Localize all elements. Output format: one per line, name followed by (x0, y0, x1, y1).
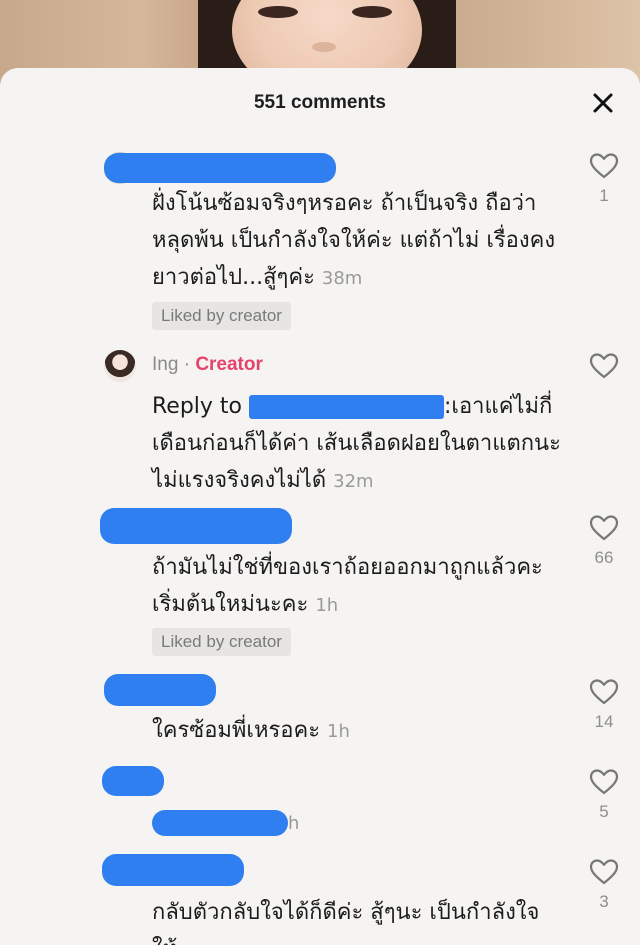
creator-tag: Creator (195, 354, 263, 375)
comment-text: Reply to :เอาแค่ไม่กี่เดือนก่อนก็ได้ค่า … (152, 394, 561, 493)
heart-outline-icon[interactable] (589, 858, 619, 886)
heart-outline-icon[interactable] (589, 768, 619, 796)
liked-by-creator-badge: Liked by creator (152, 628, 291, 656)
like-count: 66 (594, 548, 614, 567)
redacted-username (102, 766, 164, 796)
comment-count: 551 comments (253, 92, 386, 113)
eye-right (352, 6, 392, 18)
redacted-username (104, 674, 216, 706)
close-icon (593, 93, 613, 113)
eye-left (258, 6, 298, 18)
close-button[interactable] (590, 90, 616, 116)
heart-outline-icon[interactable] (589, 514, 619, 542)
comment-text: h (152, 804, 562, 842)
heart-outline-icon[interactable] (589, 152, 619, 180)
like-control[interactable]: 14 (586, 678, 622, 732)
like-control[interactable]: 66 (586, 514, 622, 568)
creator-avatar[interactable] (104, 350, 136, 382)
comment-time: 32m (333, 471, 374, 492)
like-control[interactable]: 5 (586, 768, 622, 822)
like-count: 1 (599, 186, 609, 205)
nose (312, 42, 336, 52)
like-count: 14 (594, 712, 614, 731)
comments-sheet: 551 comments ฝั่งโน้นซ้อมจริงๆหรอคะ ถ้าเ… (0, 68, 640, 945)
comment-time: 1h (327, 721, 350, 742)
like-count: 3 (599, 892, 609, 911)
heart-outline-icon[interactable] (589, 352, 619, 380)
reply-prefix: Reply to (152, 394, 243, 419)
username[interactable]: Ing (152, 354, 178, 375)
comments-header: 551 comments (0, 68, 640, 138)
redacted-username (104, 153, 336, 183)
like-control[interactable]: 3 (586, 858, 622, 912)
redacted-text (152, 810, 288, 836)
like-control[interactable] (586, 352, 622, 380)
heart-outline-icon[interactable] (589, 678, 619, 706)
comment-text: ฝั่งโน้นซ้อมจริงๆหรอคะ ถ้าเป็นจริง ถือว่… (152, 191, 556, 290)
redacted-mention (249, 395, 445, 419)
redacted-username (102, 854, 244, 886)
comment-author: Ing · Creator (152, 354, 263, 375)
liked-by-creator-badge: Liked by creator (152, 302, 291, 330)
redacted-username (100, 508, 292, 544)
comment-time: 38m (321, 268, 363, 289)
like-count: 5 (599, 802, 609, 821)
comment-text: กลับตัวกลับใจได้ก็ดีค่ะ สู้ๆนะ เป็นกำลัง… (152, 900, 540, 945)
comment-time: 1h (315, 595, 339, 616)
comment-text: ใครซ้อมพี่เหรอคะ 1h (152, 718, 350, 743)
comment-text: ถ้ามันไม่ใช่ที่ของเราถ้อยออกมาถูกแล้วคะ … (152, 555, 543, 617)
like-control[interactable]: 1 (586, 152, 622, 206)
